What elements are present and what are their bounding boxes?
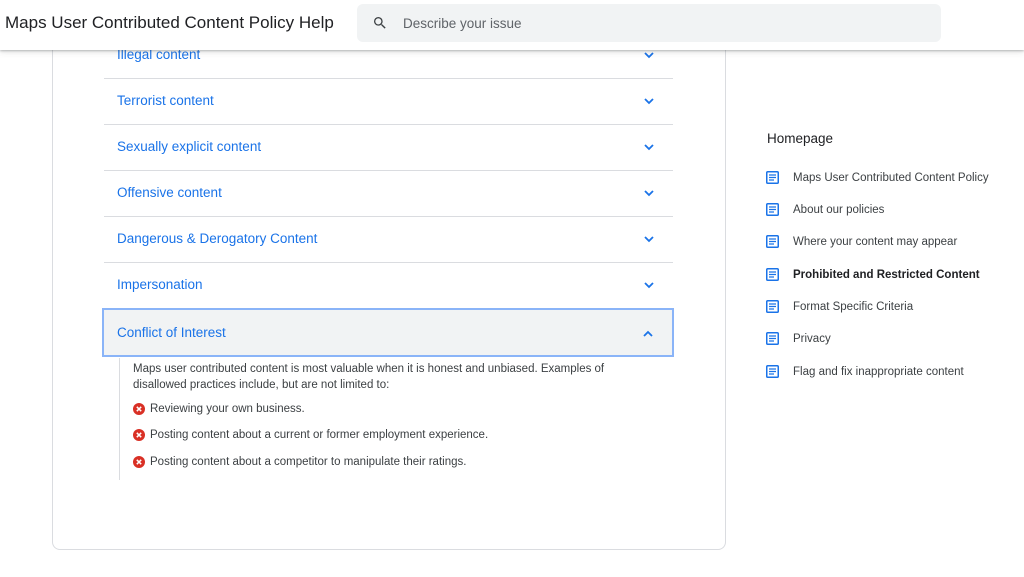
accordion-label: Conflict of Interest: [117, 325, 226, 340]
sidebar-item-label: Where your content may appear: [793, 235, 958, 248]
article-icon: [766, 235, 779, 248]
disallowed-practice-item: Posting content about a current or forme…: [133, 429, 488, 441]
app-header: Maps User Contributed Content Policy Hel…: [0, 0, 1024, 50]
sidebar-item-where-content-may-appear[interactable]: Where your content may appear: [766, 235, 957, 248]
article-icon: [766, 365, 779, 378]
chevron-down-icon: [644, 52, 654, 59]
accordion-item-dangerous-derogatory-content[interactable]: Dangerous & Derogatory Content: [104, 217, 673, 263]
sidebar-item-label: Maps User Contributed Content Policy: [793, 171, 989, 184]
accordion-item-conflict-of-interest[interactable]: Conflict of Interest: [102, 308, 674, 357]
accordion-label: Impersonation: [117, 277, 203, 292]
chevron-down-icon: [644, 98, 654, 105]
accordion-label: Offensive content: [117, 185, 222, 200]
search-input[interactable]: [403, 15, 903, 31]
article-icon: [766, 300, 779, 313]
disallowed-practice-text: Posting content about a competitor to ma…: [150, 456, 467, 468]
error-x-icon: [133, 403, 145, 415]
chevron-up-icon: [643, 330, 653, 337]
error-x-icon: [133, 456, 145, 468]
sidebar-item-flag-and-fix[interactable]: Flag and fix inappropriate content: [766, 365, 964, 378]
accordion-item-impersonation[interactable]: Impersonation: [104, 263, 673, 309]
accordion-label: Dangerous & Derogatory Content: [117, 231, 318, 246]
page-title[interactable]: Maps User Contributed Content Policy Hel…: [5, 13, 334, 33]
disallowed-practice-item: Reviewing your own business.: [133, 403, 305, 415]
article-icon: [766, 171, 779, 184]
sidebar-title: Homepage: [767, 131, 834, 146]
sidebar-item-label: About our policies: [793, 203, 885, 216]
sidebar-item-label: Flag and fix inappropriate content: [793, 365, 964, 378]
disallowed-practice-text: Posting content about a current or forme…: [150, 429, 489, 441]
sidebar-item-label: Prohibited and Restricted Content: [793, 268, 980, 281]
sidebar-item-privacy[interactable]: Privacy: [766, 332, 831, 345]
article-icon: [766, 332, 779, 345]
accordion-label: Sexually explicit content: [117, 139, 262, 154]
sidebar-item-prohibited-restricted-content[interactable]: Prohibited and Restricted Content: [766, 268, 980, 281]
search-icon[interactable]: [372, 15, 388, 31]
article-icon: [766, 268, 779, 281]
sidebar-item-label: Privacy: [793, 332, 831, 345]
disallowed-practice-item: Posting content about a competitor to ma…: [133, 456, 466, 468]
accordion-item-terrorist-content[interactable]: Terrorist content: [104, 79, 673, 125]
chevron-down-icon: [644, 236, 654, 243]
accordion-item-offensive-content[interactable]: Offensive content: [104, 171, 673, 217]
error-x-icon: [133, 429, 145, 441]
accordion-label: Terrorist content: [117, 93, 214, 108]
chevron-down-icon: [644, 282, 654, 289]
chevron-down-icon: [644, 144, 654, 151]
accordion-item-sexually-explicit-content[interactable]: Sexually explicit content: [104, 125, 673, 171]
search-bar[interactable]: [357, 4, 941, 42]
sidebar-item-maps-ucc-policy[interactable]: Maps User Contributed Content Policy: [766, 171, 989, 184]
policy-intro-text: Maps user contributed content is most va…: [133, 363, 605, 391]
sidebar-item-label: Format Specific Criteria: [793, 300, 914, 313]
sidebar-item-about-our-policies[interactable]: About our policies: [766, 203, 884, 216]
disallowed-practice-text: Reviewing your own business.: [150, 403, 305, 415]
chevron-down-icon: [644, 190, 654, 197]
accordion-panel-conflict-of-interest: Maps user contributed content is most va…: [119, 358, 619, 480]
article-icon: [766, 203, 779, 216]
sidebar-item-format-specific-criteria[interactable]: Format Specific Criteria: [766, 300, 913, 313]
